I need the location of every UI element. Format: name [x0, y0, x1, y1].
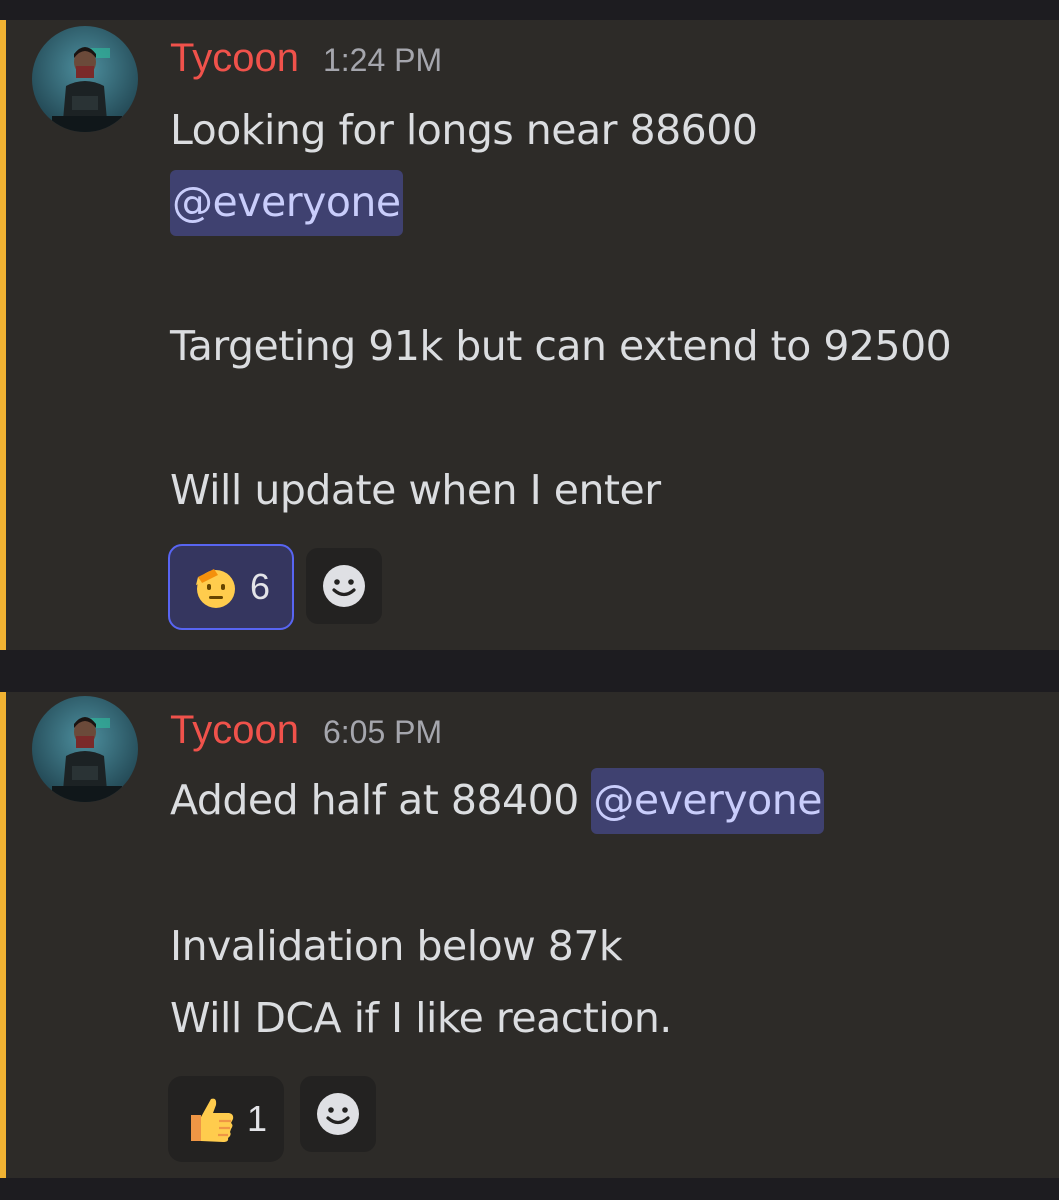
add-reaction-button[interactable] [306, 548, 382, 624]
timestamp: 6:05 PM [322, 714, 443, 750]
smiley-icon [317, 1093, 359, 1135]
reaction-count: 1 [246, 1098, 268, 1139]
mention-everyone[interactable]: @everyone [591, 768, 824, 834]
message-text: Added half at 88400 [170, 776, 579, 824]
user-avatar[interactable] [32, 696, 138, 802]
message-text: Looking for longs near 88600 [170, 106, 758, 154]
saluting-face-icon [195, 569, 235, 608]
smiley-icon [323, 565, 365, 607]
message-text: Will update when I enter [170, 466, 661, 514]
thumbs-up-icon [190, 1098, 234, 1142]
reaction-button[interactable]: 6 [168, 544, 294, 630]
message-mention-line: @everyone [170, 170, 403, 236]
username[interactable]: Tycoon [170, 36, 299, 81]
user-avatar[interactable] [32, 26, 138, 132]
reaction-button[interactable]: 1 [168, 1076, 284, 1162]
mention-highlight-bar [0, 20, 6, 650]
message[interactable]: Tycoon 1:24 PM Looking for longs near 88… [0, 20, 1059, 650]
timestamp: 1:24 PM [322, 42, 443, 78]
message[interactable]: Tycoon 6:05 PM Added half at 88400 @ever… [0, 692, 1059, 1178]
message-header: Tycoon 6:05 PM [170, 708, 442, 768]
message-text: Will DCA if I like reaction. [170, 994, 672, 1042]
message-text: Targeting 91k but can extend to 92500 [170, 322, 952, 370]
message-text-line: Added half at 88400 @everyone [170, 768, 824, 834]
mention-everyone[interactable]: @everyone [170, 170, 403, 236]
reaction-count: 6 [249, 566, 271, 607]
mention-highlight-bar [0, 692, 6, 1178]
message-text: Invalidation below 87k [170, 922, 623, 970]
add-reaction-button[interactable] [300, 1076, 376, 1152]
message-header: Tycoon 1:24 PM [170, 36, 442, 96]
username[interactable]: Tycoon [170, 708, 299, 753]
